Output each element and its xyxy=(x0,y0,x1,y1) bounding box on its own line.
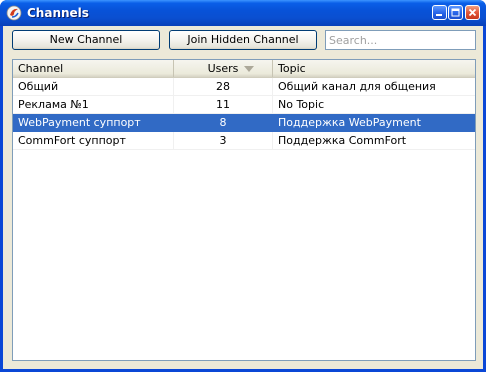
channels-window: Channels New Channel Join Hidden Channel xyxy=(0,0,486,372)
row-channel-name: Общий xyxy=(13,78,174,95)
column-header-users[interactable]: Users xyxy=(174,60,273,77)
maximize-button[interactable] xyxy=(448,5,463,20)
row-channel-name: Реклама №1 xyxy=(13,96,174,113)
minimize-button[interactable] xyxy=(432,5,447,20)
sort-descending-icon xyxy=(244,66,254,72)
row-topic: Общий канал для общения xyxy=(278,80,436,93)
row-topic: No Topic xyxy=(278,98,325,111)
channels-list[interactable]: Channel Users Topic Общий 28 Общий канал… xyxy=(12,59,476,361)
column-header-channel-label: Channel xyxy=(18,62,64,75)
close-icon xyxy=(468,8,477,17)
app-logo-icon xyxy=(6,5,22,21)
search-input[interactable] xyxy=(325,30,476,50)
table-row-selected[interactable]: WebPayment суппорт 8 Поддержка WebPaymen… xyxy=(13,114,475,132)
window-title: Channels xyxy=(27,6,89,20)
close-button[interactable] xyxy=(465,5,480,20)
row-topic: Поддержка CommFort xyxy=(278,134,407,147)
maximize-icon xyxy=(451,8,460,17)
new-channel-button[interactable]: New Channel xyxy=(12,30,160,50)
row-user-count: 3 xyxy=(174,132,273,149)
minimize-icon xyxy=(436,14,442,16)
table-row[interactable]: CommFort суппорт 3 Поддержка CommFort xyxy=(13,132,475,150)
row-user-count: 11 xyxy=(174,96,273,113)
list-header: Channel Users Topic xyxy=(13,60,475,78)
row-user-count: 8 xyxy=(174,114,273,131)
title-bar[interactable]: Channels xyxy=(0,0,486,26)
row-topic: Поддержка WebPayment xyxy=(278,116,421,129)
column-header-users-label: Users xyxy=(207,62,239,75)
row-channel-name: WebPayment суппорт xyxy=(13,114,174,131)
join-hidden-channel-button[interactable]: Join Hidden Channel xyxy=(169,30,317,50)
table-row[interactable]: Общий 28 Общий канал для общения xyxy=(13,78,475,96)
column-header-topic[interactable]: Topic xyxy=(273,60,475,77)
column-header-channel[interactable]: Channel xyxy=(13,60,174,77)
row-user-count: 28 xyxy=(174,78,273,95)
window-client-area: New Channel Join Hidden Channel Channel … xyxy=(3,26,483,369)
row-channel-name: CommFort суппорт xyxy=(13,132,174,149)
column-header-topic-label: Topic xyxy=(278,62,306,75)
table-row[interactable]: Реклама №1 11 No Topic xyxy=(13,96,475,114)
